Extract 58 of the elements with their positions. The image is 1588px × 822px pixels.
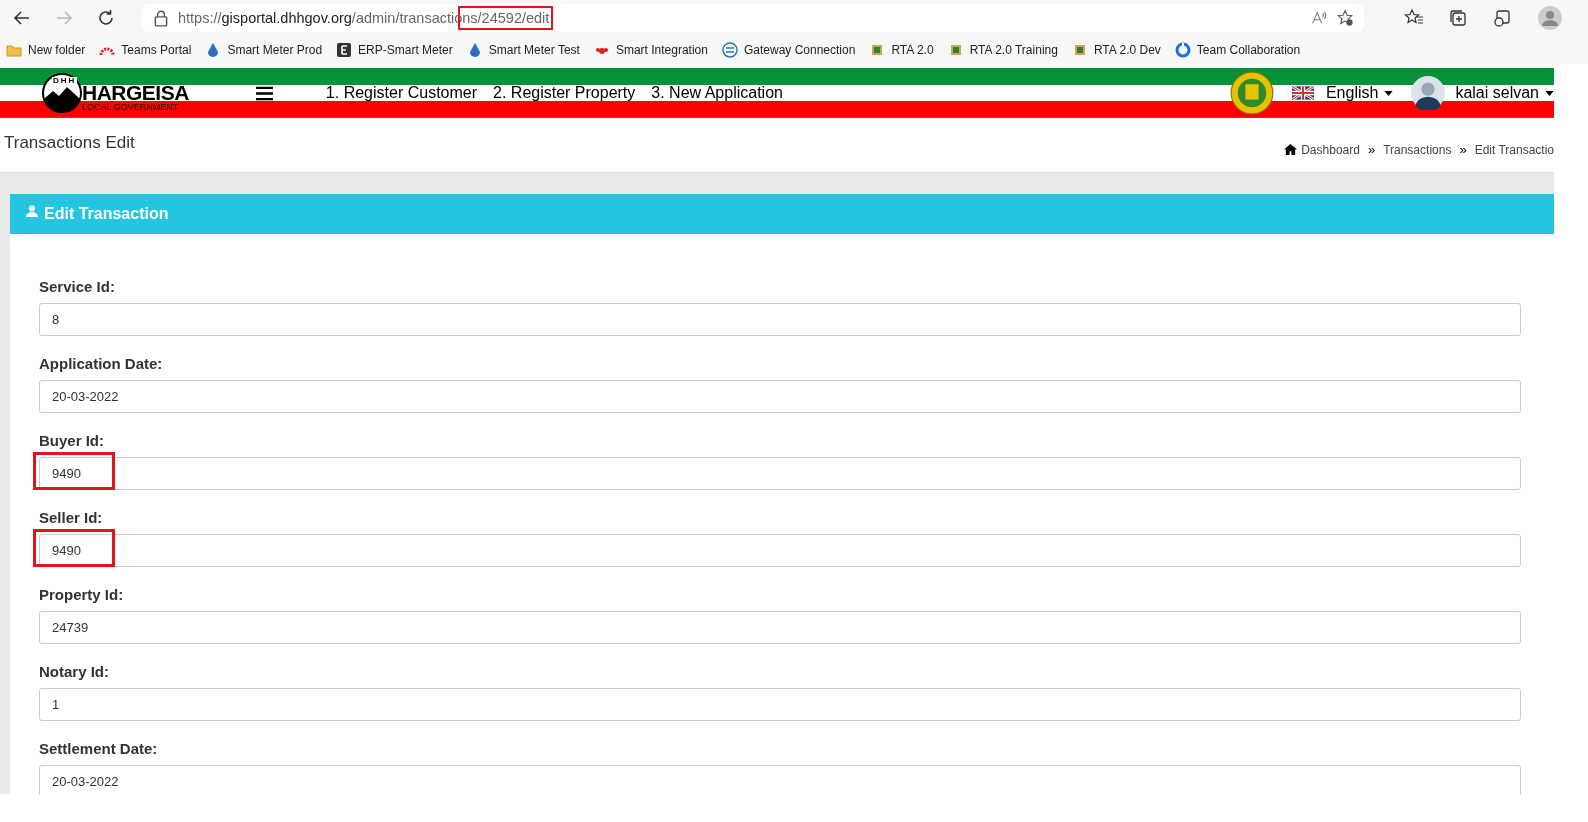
- field-label: Service Id:: [39, 278, 116, 295]
- logo-subtitle: LOCAL GOVERNMENT: [82, 103, 180, 112]
- input-field[interactable]: 20-03-2022: [39, 380, 1521, 413]
- user-avatar-icon[interactable]: [1411, 76, 1446, 110]
- breadcrumb-separator: »: [1459, 142, 1467, 157]
- bookmark[interactable]: RTA 2.0 Dev: [1071, 42, 1161, 58]
- star-plus-icon[interactable]: [1336, 9, 1354, 27]
- field-label: Seller Id:: [39, 509, 104, 526]
- logo-letters: DHH: [52, 77, 78, 85]
- home-icon: [1284, 143, 1298, 156]
- field-label: Property Id:: [39, 586, 125, 603]
- bookmark[interactable]: Gateway Connection: [721, 42, 856, 58]
- globe-icon: [721, 42, 738, 58]
- logo-title: HARGEISA: [82, 82, 189, 103]
- bookmark[interactable]: RTA 2.0: [869, 42, 934, 58]
- caret-icon: [1545, 90, 1554, 96]
- page-title: Transactions Edit: [4, 133, 135, 154]
- bookmark[interactable]: Smart Integration: [593, 42, 708, 58]
- profile-icon[interactable]: [1538, 6, 1562, 30]
- input-field[interactable]: 1: [39, 688, 1521, 721]
- browser-app-icon[interactable]: [1492, 8, 1512, 28]
- folder-icon: [6, 42, 22, 58]
- uk-flag-icon: [1291, 86, 1314, 100]
- user-menu[interactable]: kalai selvan: [1455, 84, 1554, 102]
- input-field[interactable]: 9490: [39, 534, 1521, 567]
- field-label: Buyer Id:: [39, 432, 105, 449]
- input-field[interactable]: 20-03-2022: [39, 765, 1521, 794]
- menu-icon[interactable]: [254, 85, 274, 101]
- breadcrumb-link[interactable]: Dashboard: [1301, 142, 1360, 157]
- letter-e-icon: [336, 42, 353, 58]
- bookmark[interactable]: Team Collaboration: [1174, 42, 1301, 58]
- lock-icon[interactable]: [152, 9, 170, 27]
- emblem-icon: [1229, 71, 1274, 115]
- field-label: Notary Id:: [39, 663, 110, 680]
- bookmark[interactable]: Teams Portal: [99, 42, 192, 58]
- card-title: Edit Transaction: [44, 205, 169, 223]
- input-field[interactable]: 8: [39, 303, 1521, 336]
- nav-link[interactable]: 1. Register Customer: [325, 84, 478, 102]
- breadcrumb-link[interactable]: Edit Transactio: [1474, 142, 1554, 157]
- bookmark[interactable]: RTA 2.0 Training: [947, 42, 1058, 58]
- nav-link[interactable]: 3. New Application: [651, 84, 783, 102]
- bookmark[interactable]: Smart Meter Test: [466, 42, 580, 58]
- bookmark[interactable]: New folder: [6, 42, 86, 58]
- breadcrumb-link[interactable]: Transactions: [1383, 142, 1452, 157]
- ring-icon: [1174, 42, 1191, 58]
- field-label: Application Date:: [39, 355, 164, 372]
- refresh-icon[interactable]: [96, 8, 116, 28]
- collections-icon[interactable]: [1448, 8, 1468, 28]
- language-dropdown[interactable]: English: [1325, 84, 1394, 102]
- breadcrumb-separator: »: [1367, 142, 1376, 157]
- input-field[interactable]: 9490: [39, 457, 1521, 490]
- user-icon: [26, 205, 38, 217]
- input-field[interactable]: 24739: [39, 611, 1521, 644]
- bookmark[interactable]: Smart Meter Prod: [205, 42, 323, 58]
- caret-icon: [1384, 90, 1394, 96]
- bookmark[interactable]: ERP-Smart Meter: [336, 42, 453, 58]
- field-label: Settlement Date:: [39, 740, 159, 757]
- nav-link[interactable]: 2. Register Property: [493, 84, 636, 102]
